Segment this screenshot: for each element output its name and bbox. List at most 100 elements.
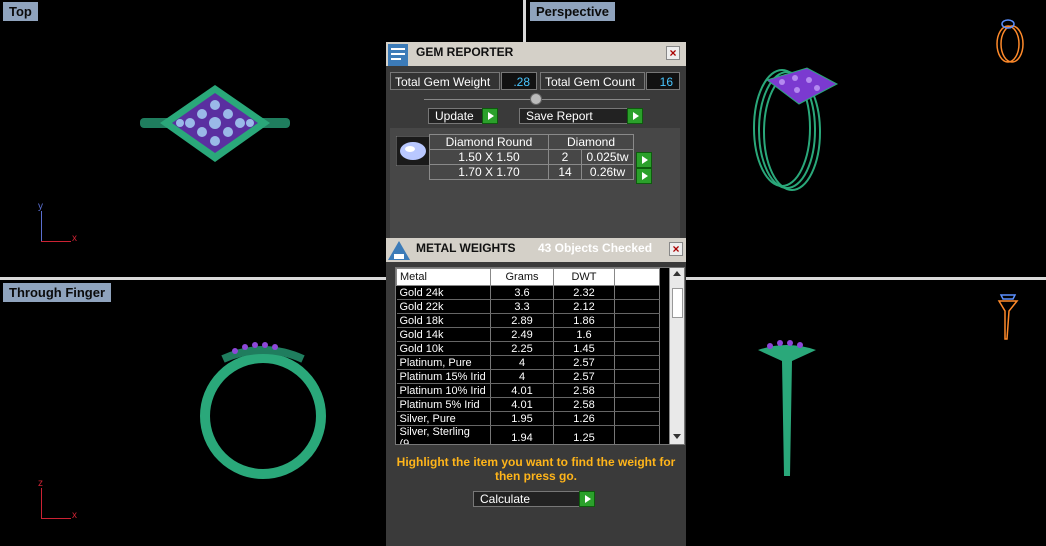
table-row[interactable]: Platinum, Pure 4 2.57 xyxy=(396,355,660,370)
gem-reporter-titlebar[interactable]: GEM REPORTER × xyxy=(386,42,686,66)
metal-weights-titlebar[interactable]: METAL WEIGHTS 43 Objects Checked × xyxy=(386,238,686,262)
empty-cell xyxy=(614,285,660,300)
column-header-grams[interactable]: Grams xyxy=(490,268,554,286)
go-arrow-icon xyxy=(482,108,498,124)
empty-cell xyxy=(614,341,660,356)
column-header-dwt[interactable]: DWT xyxy=(553,268,615,286)
splitter-handle-icon[interactable] xyxy=(530,93,542,105)
gem-size: 1.70 X 1.70 xyxy=(429,164,549,180)
metal-name: Platinum, Pure xyxy=(396,355,491,370)
table-row[interactable]: Platinum 10% Irid 4.01 2.58 xyxy=(396,383,660,398)
empty-cell xyxy=(614,425,660,444)
gem-row-go-button[interactable] xyxy=(636,168,652,184)
gem-weight: 0.26tw xyxy=(581,164,634,180)
table-row[interactable]: Gold 14k 2.49 1.6 xyxy=(396,327,660,342)
objects-checked-status: 43 Objects Checked xyxy=(538,241,653,255)
grams-value: 2.49 xyxy=(490,327,554,342)
dwt-value: 2.58 xyxy=(553,397,615,412)
gem-size: 1.50 X 1.50 xyxy=(429,149,549,165)
dwt-value: 1.86 xyxy=(553,313,615,328)
viewport-top-label[interactable]: Top xyxy=(3,2,38,21)
save-report-button[interactable]: Save Report xyxy=(519,108,643,124)
go-arrow-icon xyxy=(636,152,652,168)
metal-name: Platinum 15% Irid xyxy=(396,369,491,384)
total-gem-weight-label: Total Gem Weight xyxy=(390,72,500,90)
scroll-down-icon[interactable] xyxy=(673,434,681,439)
gem-count: 14 xyxy=(548,164,582,180)
dwt-value: 2.58 xyxy=(553,383,615,398)
gem-type-header: Diamond xyxy=(548,134,634,150)
metal-weight-icon xyxy=(388,241,410,260)
grams-value: 4.01 xyxy=(490,383,554,398)
grams-value: 3.6 xyxy=(490,285,554,300)
metal-name: Silver, Pure xyxy=(396,411,491,426)
axis-z-label: z xyxy=(38,478,43,489)
ring-thumbnail-icon xyxy=(996,19,1024,63)
gem-tools-panel: GEM REPORTER × Total Gem Weight .28 Tota… xyxy=(386,42,686,546)
grams-value: 4 xyxy=(490,355,554,370)
gem-row[interactable]: 1.50 X 1.50 2 0.025tw xyxy=(429,149,634,165)
metal-table-scrollbar[interactable] xyxy=(669,268,684,444)
ring-top-view xyxy=(140,85,290,162)
viewport-through-finger-label[interactable]: Through Finger xyxy=(3,283,112,302)
grams-value: 3.3 xyxy=(490,299,554,314)
column-header-metal[interactable]: Metal xyxy=(396,268,491,286)
table-row[interactable]: Platinum 5% Irid 4.01 2.58 xyxy=(396,397,660,412)
dwt-value: 1.6 xyxy=(553,327,615,342)
metal-name: Platinum 10% Irid xyxy=(396,383,491,398)
table-row[interactable]: Silver, Sterling (9... 1.94 1.25 xyxy=(396,425,660,444)
table-row[interactable]: Gold 22k 3.3 2.12 xyxy=(396,299,660,314)
close-icon[interactable]: × xyxy=(666,46,680,60)
table-row[interactable]: Gold 18k 2.89 1.86 xyxy=(396,313,660,328)
empty-cell xyxy=(614,411,660,426)
metal-name: Gold 10k xyxy=(396,341,491,356)
total-gem-count-label: Total Gem Count xyxy=(540,72,645,90)
metal-name: Gold 22k xyxy=(396,299,491,314)
dwt-value: 1.26 xyxy=(553,411,615,426)
gem-count: 2 xyxy=(548,149,582,165)
grams-value: 2.89 xyxy=(490,313,554,328)
ring-side-view xyxy=(758,340,816,476)
total-gem-weight-value: .28 xyxy=(501,72,537,90)
table-row[interactable]: Gold 24k 3.6 2.32 xyxy=(396,285,660,300)
table-row[interactable]: Platinum 15% Irid 4 2.57 xyxy=(396,369,660,384)
viewport-perspective-label[interactable]: Perspective xyxy=(530,2,615,21)
gem-reporter-title: GEM REPORTER xyxy=(416,45,514,59)
metal-weights-title: METAL WEIGHTS xyxy=(416,241,516,255)
grams-value: 1.95 xyxy=(490,411,554,426)
empty-cell xyxy=(614,313,660,328)
empty-cell xyxy=(614,355,660,370)
update-button-label: Update xyxy=(435,109,474,123)
metal-name: Gold 14k xyxy=(396,327,491,342)
dwt-value: 2.57 xyxy=(553,355,615,370)
metal-name: Silver, Sterling (9... xyxy=(396,425,491,444)
gem-report-icon xyxy=(388,44,408,66)
axis-x-label-front: x xyxy=(72,510,77,521)
scroll-thumb[interactable] xyxy=(672,288,683,318)
empty-cell xyxy=(614,369,660,384)
update-button[interactable]: Update xyxy=(428,108,498,124)
scroll-up-icon[interactable] xyxy=(673,271,681,276)
gem-row-go-button[interactable] xyxy=(636,152,652,168)
grams-value: 2.25 xyxy=(490,341,554,356)
metal-weights-table: Metal Grams DWT Gold 24k 3.6 2.32 Gold 22k 3… xyxy=(396,268,660,444)
total-gem-count-value: 16 xyxy=(646,72,680,90)
metal-weights-table-container[interactable]: Metal Grams DWT Gold 24k 3.6 2.32 Gold 22k 3… xyxy=(395,267,685,445)
empty-cell xyxy=(614,397,660,412)
metal-name: Platinum 5% Irid xyxy=(396,397,491,412)
empty-cell xyxy=(614,327,660,342)
table-row[interactable]: Gold 10k 2.25 1.45 xyxy=(396,341,660,356)
empty-cell xyxy=(614,383,660,398)
gem-row[interactable]: 1.70 X 1.70 14 0.26tw xyxy=(429,164,634,180)
grams-value: 4 xyxy=(490,369,554,384)
grams-value: 4.01 xyxy=(490,397,554,412)
go-arrow-icon xyxy=(627,108,643,124)
table-row[interactable]: Silver, Pure 1.95 1.26 xyxy=(396,411,660,426)
ring-side-thumbnail-icon xyxy=(997,294,1019,340)
gem-table: Diamond Round Diamond 1.50 X 1.50 2 0.02… xyxy=(429,134,634,180)
calculate-button[interactable]: Calculate xyxy=(473,491,595,507)
dwt-value: 2.32 xyxy=(553,285,615,300)
grams-value: 1.94 xyxy=(490,425,554,444)
axis-x-label: x xyxy=(72,233,77,244)
close-icon[interactable]: × xyxy=(669,242,683,256)
